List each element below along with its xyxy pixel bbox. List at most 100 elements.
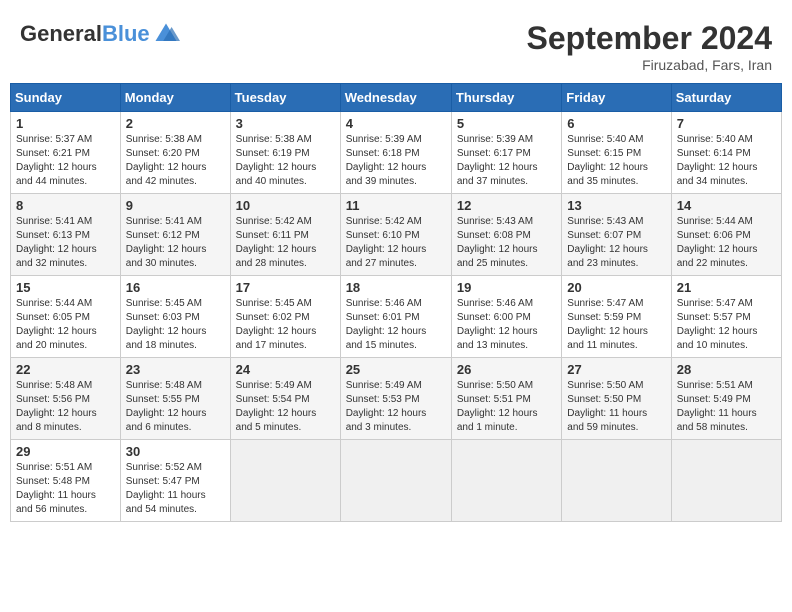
day-number: 8 xyxy=(16,198,115,213)
calendar-cell: 22 Sunrise: 5:48 AM Sunset: 5:56 PM Dayli… xyxy=(11,358,121,440)
day-info: Sunrise: 5:47 AM Sunset: 5:59 PM Dayligh… xyxy=(567,297,665,353)
day-info: Sunrise: 5:39 AM Sunset: 6:18 PM Dayligh… xyxy=(346,133,446,189)
day-info: Sunrise: 5:44 AM Sunset: 6:05 PM Dayligh… xyxy=(16,297,115,353)
calendar-cell: 15 Sunrise: 5:44 AM Sunset: 6:05 PM Dayli… xyxy=(11,276,121,358)
weekday-saturday: Saturday xyxy=(671,84,781,112)
calendar-cell: 26 Sunrise: 5:50 AM Sunset: 5:51 PM Dayli… xyxy=(451,358,561,440)
calendar-cell xyxy=(671,440,781,522)
day-number: 16 xyxy=(126,280,225,295)
calendar-week-4: 22 Sunrise: 5:48 AM Sunset: 5:56 PM Dayli… xyxy=(11,358,782,440)
location: Firuzabad, Fars, Iran xyxy=(527,57,772,73)
day-info: Sunrise: 5:41 AM Sunset: 6:12 PM Dayligh… xyxy=(126,215,225,271)
calendar-cell: 7 Sunrise: 5:40 AM Sunset: 6:14 PM Daylig… xyxy=(671,112,781,194)
calendar-cell: 30 Sunrise: 5:52 AM Sunset: 5:47 PM Dayli… xyxy=(120,440,230,522)
day-number: 29 xyxy=(16,444,115,459)
day-info: Sunrise: 5:50 AM Sunset: 5:50 PM Dayligh… xyxy=(567,379,665,435)
day-number: 22 xyxy=(16,362,115,377)
calendar-cell: 28Sunrise: 5:51 AM Sunset: 5:49 PM Dayli… xyxy=(671,358,781,440)
day-number: 14 xyxy=(677,198,776,213)
weekday-wednesday: Wednesday xyxy=(340,84,451,112)
calendar-cell xyxy=(562,440,671,522)
day-number: 3 xyxy=(236,116,335,131)
weekday-monday: Monday xyxy=(120,84,230,112)
day-number: 30 xyxy=(126,444,225,459)
day-info: Sunrise: 5:39 AM Sunset: 6:17 PM Dayligh… xyxy=(457,133,556,189)
day-number: 13 xyxy=(567,198,665,213)
day-info: Sunrise: 5:40 AM Sunset: 6:14 PM Dayligh… xyxy=(677,133,776,189)
day-number: 2 xyxy=(126,116,225,131)
calendar-cell: 27Sunrise: 5:50 AM Sunset: 5:50 PM Dayli… xyxy=(562,358,671,440)
calendar-body: 1 Sunrise: 5:37 AM Sunset: 6:21 PM Daylig… xyxy=(11,112,782,522)
day-number: 20 xyxy=(567,280,665,295)
day-number: 25 xyxy=(346,362,446,377)
page-header: GeneralBlue September 2024 Firuzabad, Fa… xyxy=(10,10,782,78)
calendar-cell: 8 Sunrise: 5:41 AM Sunset: 6:13 PM Daylig… xyxy=(11,194,121,276)
weekday-sunday: Sunday xyxy=(11,84,121,112)
day-number: 28 xyxy=(677,362,776,377)
day-number: 11 xyxy=(346,198,446,213)
calendar-cell: 18 Sunrise: 5:46 AM Sunset: 6:01 PM Dayli… xyxy=(340,276,451,358)
day-info: Sunrise: 5:51 AM Sunset: 5:48 PM Dayligh… xyxy=(16,461,115,517)
calendar-cell: 11Sunrise: 5:42 AM Sunset: 6:10 PM Dayli… xyxy=(340,194,451,276)
day-number: 23 xyxy=(126,362,225,377)
day-number: 26 xyxy=(457,362,556,377)
calendar-cell: 13 Sunrise: 5:43 AM Sunset: 6:07 PM Dayli… xyxy=(562,194,671,276)
calendar-cell: 19 Sunrise: 5:46 AM Sunset: 6:00 PM Dayli… xyxy=(451,276,561,358)
calendar-cell xyxy=(451,440,561,522)
calendar-cell: 25 Sunrise: 5:49 AM Sunset: 5:53 PM Dayli… xyxy=(340,358,451,440)
day-number: 9 xyxy=(126,198,225,213)
day-info: Sunrise: 5:49 AM Sunset: 5:54 PM Dayligh… xyxy=(236,379,335,435)
calendar-cell: 4 Sunrise: 5:39 AM Sunset: 6:18 PM Daylig… xyxy=(340,112,451,194)
day-info: Sunrise: 5:52 AM Sunset: 5:47 PM Dayligh… xyxy=(126,461,225,517)
calendar-cell: 5Sunrise: 5:39 AM Sunset: 6:17 PM Daylig… xyxy=(451,112,561,194)
calendar-cell: 29 Sunrise: 5:51 AM Sunset: 5:48 PM Dayli… xyxy=(11,440,121,522)
day-number: 1 xyxy=(16,116,115,131)
weekday-tuesday: Tuesday xyxy=(230,84,340,112)
day-info: Sunrise: 5:46 AM Sunset: 6:01 PM Dayligh… xyxy=(346,297,446,353)
calendar-cell xyxy=(230,440,340,522)
day-info: Sunrise: 5:49 AM Sunset: 5:53 PM Dayligh… xyxy=(346,379,446,435)
calendar-cell: 23 Sunrise: 5:48 AM Sunset: 5:55 PM Dayli… xyxy=(120,358,230,440)
logo-text: GeneralBlue xyxy=(20,22,150,46)
logo: GeneralBlue xyxy=(20,20,180,48)
day-info: Sunrise: 5:37 AM Sunset: 6:21 PM Dayligh… xyxy=(16,133,115,189)
day-number: 21 xyxy=(677,280,776,295)
calendar-cell: 20 Sunrise: 5:47 AM Sunset: 5:59 PM Dayli… xyxy=(562,276,671,358)
weekday-friday: Friday xyxy=(562,84,671,112)
day-number: 17 xyxy=(236,280,335,295)
day-number: 6 xyxy=(567,116,665,131)
day-info: Sunrise: 5:38 AM Sunset: 6:19 PM Dayligh… xyxy=(236,133,335,189)
weekday-thursday: Thursday xyxy=(451,84,561,112)
weekday-header-row: SundayMondayTuesdayWednesdayThursdayFrid… xyxy=(11,84,782,112)
calendar-cell: 24 Sunrise: 5:49 AM Sunset: 5:54 PM Dayli… xyxy=(230,358,340,440)
day-number: 24 xyxy=(236,362,335,377)
day-info: Sunrise: 5:42 AM Sunset: 6:11 PM Dayligh… xyxy=(236,215,335,271)
day-info: Sunrise: 5:43 AM Sunset: 6:07 PM Dayligh… xyxy=(567,215,665,271)
calendar-cell: 21 Sunrise: 5:47 AM Sunset: 5:57 PM Dayli… xyxy=(671,276,781,358)
day-info: Sunrise: 5:38 AM Sunset: 6:20 PM Dayligh… xyxy=(126,133,225,189)
calendar-cell: 14 Sunrise: 5:44 AM Sunset: 6:06 PM Dayli… xyxy=(671,194,781,276)
day-info: Sunrise: 5:48 AM Sunset: 5:55 PM Dayligh… xyxy=(126,379,225,435)
day-info: Sunrise: 5:41 AM Sunset: 6:13 PM Dayligh… xyxy=(16,215,115,271)
day-info: Sunrise: 5:46 AM Sunset: 6:00 PM Dayligh… xyxy=(457,297,556,353)
day-info: Sunrise: 5:48 AM Sunset: 5:56 PM Dayligh… xyxy=(16,379,115,435)
calendar-week-5: 29 Sunrise: 5:51 AM Sunset: 5:48 PM Dayli… xyxy=(11,440,782,522)
day-info: Sunrise: 5:44 AM Sunset: 6:06 PM Dayligh… xyxy=(677,215,776,271)
day-info: Sunrise: 5:47 AM Sunset: 5:57 PM Dayligh… xyxy=(677,297,776,353)
calendar-cell: 3 Sunrise: 5:38 AM Sunset: 6:19 PM Daylig… xyxy=(230,112,340,194)
day-info: Sunrise: 5:50 AM Sunset: 5:51 PM Dayligh… xyxy=(457,379,556,435)
day-number: 10 xyxy=(236,198,335,213)
day-number: 4 xyxy=(346,116,446,131)
day-number: 18 xyxy=(346,280,446,295)
day-number: 7 xyxy=(677,116,776,131)
calendar-cell: 6Sunrise: 5:40 AM Sunset: 6:15 PM Daylig… xyxy=(562,112,671,194)
calendar-cell xyxy=(340,440,451,522)
calendar-week-1: 1 Sunrise: 5:37 AM Sunset: 6:21 PM Daylig… xyxy=(11,112,782,194)
calendar-week-3: 15 Sunrise: 5:44 AM Sunset: 6:05 PM Dayli… xyxy=(11,276,782,358)
calendar-cell: 10 Sunrise: 5:42 AM Sunset: 6:11 PM Dayli… xyxy=(230,194,340,276)
day-number: 15 xyxy=(16,280,115,295)
calendar-cell: 1 Sunrise: 5:37 AM Sunset: 6:21 PM Daylig… xyxy=(11,112,121,194)
day-number: 19 xyxy=(457,280,556,295)
day-info: Sunrise: 5:43 AM Sunset: 6:08 PM Dayligh… xyxy=(457,215,556,271)
day-number: 12 xyxy=(457,198,556,213)
